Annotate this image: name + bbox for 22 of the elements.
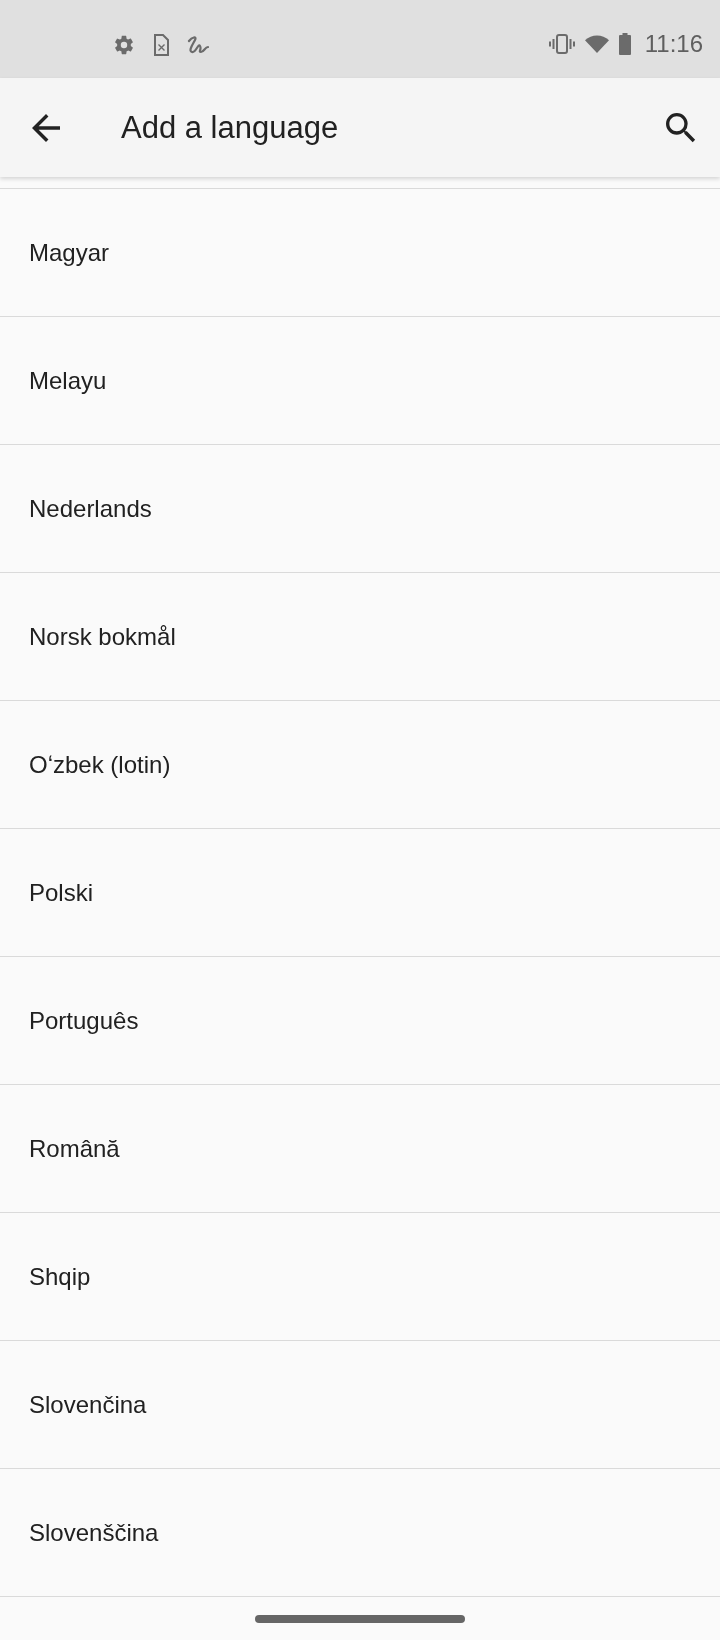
sim-card-icon (153, 34, 169, 56)
vibrate-icon (548, 34, 575, 54)
language-item[interactable]: Shqip (0, 1213, 720, 1341)
back-arrow-icon (32, 113, 60, 142)
battery-icon (618, 33, 631, 55)
language-item[interactable]: Română (0, 1085, 720, 1213)
language-item[interactable]: Português (0, 957, 720, 1085)
screen-title: Add a language (121, 109, 340, 146)
language-item[interactable]: Oʻzbek (lotin) (0, 701, 720, 829)
squiggle-icon (187, 35, 209, 55)
language-item[interactable]: Melayu (0, 317, 720, 445)
language-item[interactable]: Magyar (0, 189, 720, 317)
language-item[interactable]: Nederlands (0, 445, 720, 573)
gear-icon (113, 34, 135, 56)
search-icon (666, 112, 696, 143)
language-item[interactable]: Slovenščina (0, 1469, 720, 1597)
home-handle[interactable] (255, 1615, 465, 1623)
status-time: 11:16 (644, 30, 703, 58)
wifi-icon (584, 35, 609, 53)
language-item[interactable]: Polski (0, 829, 720, 957)
language-item[interactable]: Norsk bokmål (0, 573, 720, 701)
language-item[interactable]: Slovenčina (0, 1341, 720, 1469)
